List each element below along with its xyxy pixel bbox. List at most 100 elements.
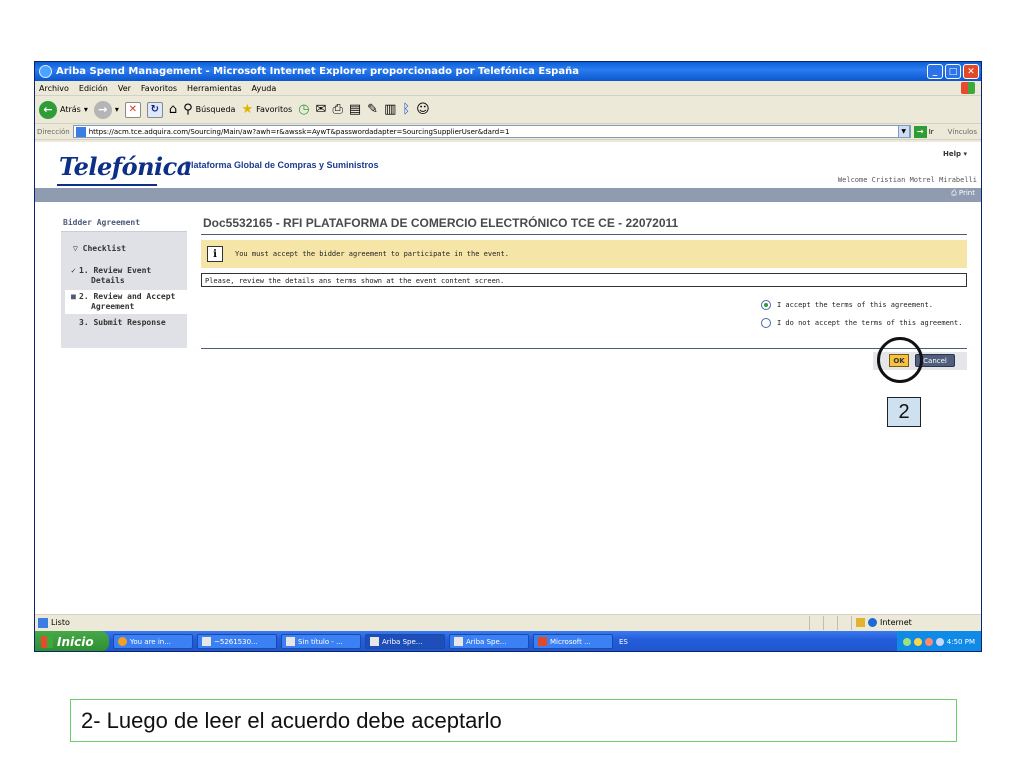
favorites-button[interactable]: ★ Favoritos <box>241 102 292 117</box>
taskbar-item[interactable]: Sin título - ... <box>281 634 361 649</box>
menu-ver[interactable]: Ver <box>118 84 131 93</box>
search-label: Búsqueda <box>195 105 236 114</box>
tray-icon[interactable] <box>913 637 922 646</box>
menu-ayuda[interactable]: Ayuda <box>252 84 277 93</box>
forward-arrow-icon: → <box>93 100 112 119</box>
accept-label: I accept the terms of this agreement. <box>777 301 933 309</box>
system-tray: 4:50 PM <box>896 631 981 651</box>
windows-logo-icon <box>961 82 975 94</box>
page-status-icon <box>38 617 48 628</box>
search-button[interactable]: ⚲ Búsqueda <box>183 102 235 117</box>
links-button[interactable]: Vínculos <box>948 128 977 136</box>
review-text-box: Please, review the details ans terms sho… <box>201 273 967 287</box>
sidebar-item-submit-response[interactable]: 3. Submit Response <box>71 318 166 328</box>
decline-option[interactable]: I do not accept the terms of this agreem… <box>761 318 962 328</box>
forward-button[interactable]: → ▾ <box>93 100 119 119</box>
discuss-icon[interactable]: ✎ <box>367 102 378 117</box>
page-icon <box>75 126 86 137</box>
browser-window: Ariba Spend Management - Microsoft Inter… <box>34 61 982 652</box>
address-bar: Dirección https://acm.tce.adquira.com/So… <box>35 124 981 140</box>
go-button[interactable]: → Ir <box>913 125 934 138</box>
checklist-label: Checklist <box>82 244 126 253</box>
minimize-icon[interactable]: _ <box>927 64 943 79</box>
address-input[interactable]: https://acm.tce.adquira.com/Sourcing/Mai… <box>72 125 911 138</box>
sidebar-title: Bidder Agreement <box>61 214 187 232</box>
highlight-circle <box>877 337 923 383</box>
history-icon[interactable]: ◷ <box>298 102 309 117</box>
messenger-icon[interactable]: ☺ <box>416 102 430 117</box>
accept-radio[interactable] <box>761 300 771 310</box>
window-controls: _ □ ✕ <box>927 64 979 79</box>
ie-icon <box>39 65 52 78</box>
address-label: Dirección <box>37 127 70 136</box>
step-number-badge: 2 <box>887 397 921 427</box>
accept-option[interactable]: I accept the terms of this agreement. <box>761 300 933 310</box>
status-cells <box>809 615 851 630</box>
mail-icon[interactable]: ✉ <box>316 102 327 117</box>
start-label: Inicio <box>57 634 94 649</box>
app-icon <box>370 637 379 646</box>
research-icon[interactable]: ▥ <box>384 102 396 117</box>
stop-icon[interactable]: ✕ <box>124 101 141 118</box>
maximize-icon[interactable]: □ <box>945 64 961 79</box>
refresh-icon[interactable]: ↻ <box>146 101 163 118</box>
home-icon[interactable]: ⌂ <box>169 102 177 117</box>
app-icon <box>454 637 463 646</box>
start-button[interactable]: Inicio <box>35 631 109 651</box>
print-link[interactable]: ⎙ Print <box>951 189 975 198</box>
go-arrow-icon: → <box>913 125 927 138</box>
step-label: Agreement <box>91 302 135 311</box>
search-icon: ⚲ <box>183 102 193 117</box>
task-label: Sin título - ... <box>298 637 343 646</box>
menu-edicion[interactable]: Edición <box>79 84 108 93</box>
close-icon[interactable]: ✕ <box>963 64 979 79</box>
star-icon: ★ <box>241 102 254 117</box>
menu-herramientas[interactable]: Herramientas <box>187 84 242 93</box>
menu-favoritos[interactable]: Favoritos <box>141 84 177 93</box>
menu-bar: Archivo Edición Ver Favoritos Herramient… <box>35 81 981 96</box>
checklist-toggle[interactable]: ▽ Checklist <box>73 244 126 253</box>
globe-icon <box>868 618 877 627</box>
tray-icon[interactable] <box>902 637 911 646</box>
instruction-caption: 2- Luego de leer el acuerdo debe aceptar… <box>70 699 957 742</box>
info-icon: i <box>207 246 223 262</box>
taskbar-item[interactable]: You are in... <box>113 634 193 649</box>
language-indicator[interactable]: ES <box>619 638 628 646</box>
address-url: https://acm.tce.adquira.com/Sourcing/Mai… <box>88 127 510 136</box>
taskbar-item[interactable]: ~5261530... <box>197 634 277 649</box>
platform-title: Plataforma Global de Compras y Suministr… <box>185 160 379 170</box>
bluetooth-icon[interactable]: ᛒ <box>402 102 410 117</box>
page-header: Telefónica Plataforma Global de Compras … <box>35 142 981 202</box>
taskbar-item[interactable]: Ariba Spe... <box>365 634 445 649</box>
sidebar-item-review-accept[interactable]: ■ 2. Review and Accept Agreement <box>65 290 187 314</box>
welcome-text: Welcome Cristian Motrel Mirabelli <box>837 176 977 184</box>
step-label: 2. Review and Accept <box>79 292 176 301</box>
back-arrow-icon: ← <box>39 100 57 119</box>
menu-archivo[interactable]: Archivo <box>39 84 69 93</box>
task-label: You are in... <box>130 637 171 646</box>
dropdown-icon: ▾ <box>83 105 88 114</box>
task-label: Microsoft ... <box>550 637 591 646</box>
tray-icon[interactable] <box>935 637 944 646</box>
decline-label: I do not accept the terms of this agreem… <box>777 319 963 327</box>
back-button[interactable]: ← Atrás ▾ <box>39 100 88 119</box>
title-divider <box>201 234 967 235</box>
windows-flag-icon <box>41 635 53 648</box>
sidebar-item-review-event[interactable]: ✓ 1. Review Event Details <box>71 266 151 286</box>
clock: 4:50 PM <box>946 637 975 646</box>
step-label: 3. Submit Response <box>79 318 166 327</box>
tray-icon[interactable] <box>924 637 933 646</box>
help-menu[interactable]: Help ▾ <box>943 150 967 158</box>
step-label: Details <box>91 276 125 285</box>
status-bar: Listo Internet <box>35 614 981 630</box>
print-icon[interactable]: ⎙ <box>332 102 342 117</box>
app-icon <box>286 637 295 646</box>
task-label: ~5261530... <box>214 637 258 646</box>
address-dropdown-icon[interactable]: ▼ <box>897 125 910 138</box>
taskbar-item[interactable]: Microsoft ... <box>533 634 613 649</box>
slide: Ariba Spend Management - Microsoft Inter… <box>0 0 1024 768</box>
task-label: Ariba Spe... <box>466 637 507 646</box>
taskbar-item[interactable]: Ariba Spe... <box>449 634 529 649</box>
decline-radio[interactable] <box>761 318 771 328</box>
edit-icon[interactable]: ▤ <box>349 102 361 117</box>
